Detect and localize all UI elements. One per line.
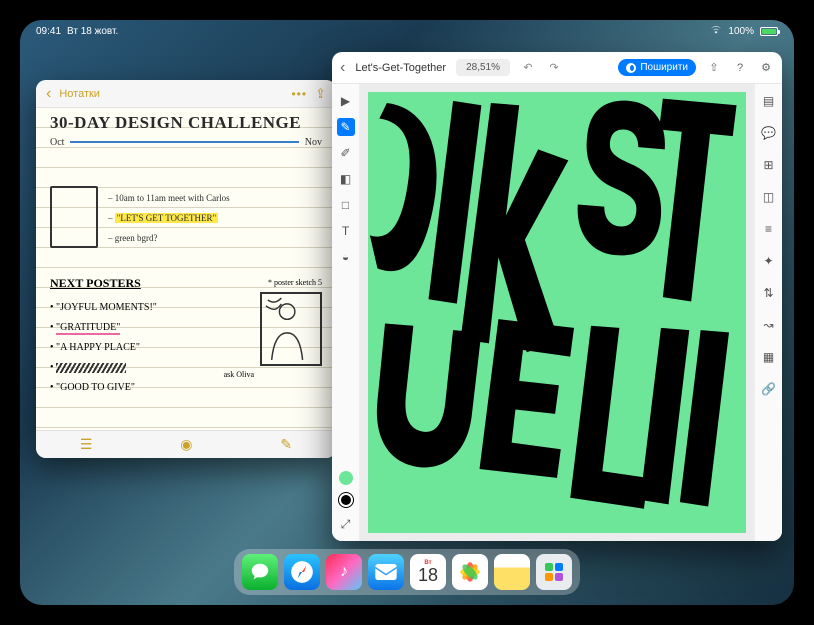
effects-icon[interactable]: ✦ — [760, 252, 778, 270]
share-button[interactable]: Поширити — [618, 59, 696, 76]
pen-tool-icon[interactable]: ✐ — [337, 144, 355, 162]
transform-icon[interactable]: ◫ — [760, 188, 778, 206]
shape-tool-icon[interactable]: □ — [337, 196, 355, 214]
dock: ♪ Вт 18 — [234, 549, 580, 595]
path-icon[interactable]: ↝ — [760, 316, 778, 334]
calendar-date: 18 — [418, 566, 438, 584]
photos-app-icon[interactable] — [452, 554, 488, 590]
text-tool-icon[interactable]: T — [337, 222, 355, 240]
ask-note: ask Oliva — [224, 370, 254, 379]
color-swatch-green[interactable] — [339, 471, 353, 485]
cursor-tool-icon[interactable]: ▶ — [337, 92, 355, 110]
help-icon[interactable]: ? — [732, 62, 748, 74]
markup-icon[interactable]: ✎ — [280, 436, 292, 453]
drawing-app-window[interactable]: ••• ‹ Let's-Get-Together 28,51% ↶ ↷ Поши… — [332, 52, 782, 541]
undo-icon[interactable]: ↶ — [520, 60, 536, 76]
music-app-icon[interactable]: ♪ — [326, 554, 362, 590]
left-tool-rail: ▶ ✎ ✐ ◧ □ T ◒ ⤢ — [332, 84, 360, 541]
redo-icon[interactable]: ↷ — [546, 60, 562, 76]
back-icon[interactable]: ‹ — [340, 59, 345, 77]
camera-icon[interactable]: ◉ — [180, 436, 192, 453]
notes-window[interactable]: ‹ Нотатки ••• ⇪ 30-DAY DESIGN CHALLENGE … — [36, 80, 336, 458]
document-title[interactable]: Let's-Get-Together — [355, 62, 446, 74]
more-icon[interactable]: ••• — [291, 87, 307, 101]
canvas[interactable] — [360, 84, 754, 541]
battery-percent: 100% — [728, 26, 754, 37]
artwork — [368, 92, 746, 533]
eraser-tool-icon[interactable]: ◧ — [337, 170, 355, 188]
color-swatch-black[interactable] — [339, 493, 353, 507]
poster-sketch-1 — [50, 186, 98, 248]
bullet-list: – 10am to 11am meet with Carlos – "LET'S… — [108, 188, 230, 248]
checklist-icon[interactable]: ☰ — [80, 436, 93, 453]
grid-icon[interactable]: ▦ — [760, 348, 778, 366]
poster-sketch-label: * poster sketch 5 — [268, 278, 322, 287]
zoom-level[interactable]: 28,51% — [456, 59, 510, 76]
month-right: Nov — [305, 137, 322, 148]
calendar-app-icon[interactable]: Вт 18 — [410, 554, 446, 590]
fill-tool-icon[interactable]: ◒ — [337, 248, 355, 266]
back-icon[interactable]: ‹ — [46, 85, 51, 103]
mail-app-icon[interactable] — [368, 554, 404, 590]
drawing-top-toolbar: ‹ Let's-Get-Together 28,51% ↶ ↷ Поширити… — [332, 52, 782, 84]
notes-toolbar: ‹ Нотатки ••• ⇪ — [36, 80, 336, 108]
chat-icon[interactable]: 💬 — [760, 124, 778, 142]
wifi-icon — [710, 25, 722, 37]
next-posters-heading: NEXT POSTERS — [50, 276, 141, 291]
person-icon — [626, 63, 636, 73]
right-tool-rail: ▤ 💬 ⊞ ◫ ≡ ✦ ⇅ ↝ ▦ 🔗 — [754, 84, 782, 541]
month-line — [70, 141, 298, 143]
status-time: 09:41 — [36, 26, 61, 37]
note-title: 30-DAY DESIGN CHALLENGE — [50, 114, 322, 133]
notes-bottom-bar: ☰ ◉ ✎ — [36, 430, 336, 458]
link-icon[interactable]: 🔗 — [760, 380, 778, 398]
poster-ideas-list: • "JOYFUL MOMENTS!" • "GRATITUDE" • "A H… — [50, 298, 157, 398]
month-left: Oct — [50, 137, 64, 148]
poster-sketch-2 — [260, 292, 322, 366]
settings-icon[interactable]: ⚙ — [758, 61, 774, 74]
notes-app-icon[interactable] — [494, 554, 530, 590]
safari-app-icon[interactable] — [284, 554, 320, 590]
status-date: Вт 18 жовт. — [67, 26, 118, 37]
flip-icon[interactable]: ⇅ — [760, 284, 778, 302]
adjust-icon[interactable]: ⊞ — [760, 156, 778, 174]
expand-icon[interactable]: ⤢ — [337, 515, 355, 533]
align-icon[interactable]: ≡ — [760, 220, 778, 238]
battery-icon — [760, 27, 778, 36]
app-library-icon[interactable] — [536, 554, 572, 590]
messages-app-icon[interactable] — [242, 554, 278, 590]
export-icon[interactable]: ⇧ — [706, 61, 722, 74]
status-bar: 09:41 Вт 18 жовт. 100% — [20, 20, 794, 42]
notes-back-label[interactable]: Нотатки — [59, 88, 100, 100]
layers-icon[interactable]: ▤ — [760, 92, 778, 110]
compose-icon[interactable]: ⇪ — [315, 86, 326, 102]
notes-content: 30-DAY DESIGN CHALLENGE Oct Nov – 10am t… — [36, 108, 336, 430]
brush-tool-icon[interactable]: ✎ — [337, 118, 355, 136]
